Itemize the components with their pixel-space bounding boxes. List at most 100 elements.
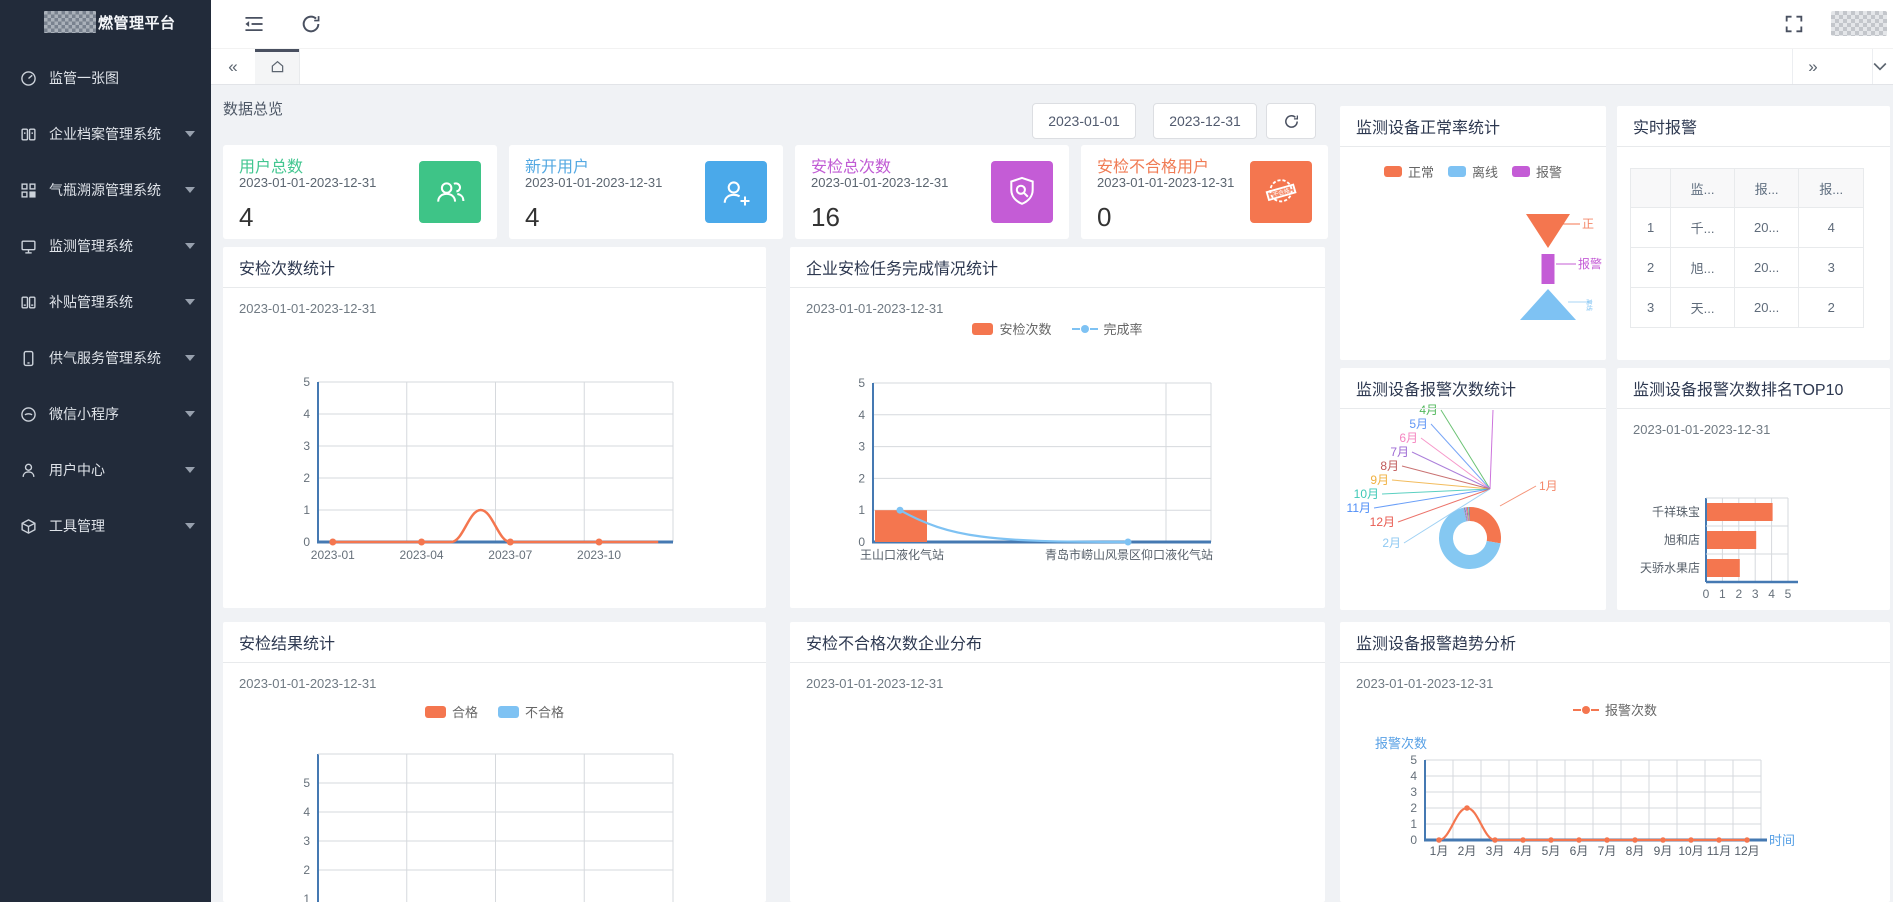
legend: 正常 离线 报警: [1340, 162, 1606, 181]
table-header: 监...: [1671, 169, 1735, 208]
tab-menu-chevron-icon[interactable]: [1872, 49, 1893, 84]
legend-item-inspections[interactable]: 安检次数: [972, 319, 1051, 338]
table-row: 3天...20...2: [1631, 288, 1864, 328]
legend-item-normal[interactable]: 正常: [1384, 162, 1434, 181]
legend: 安检次数 完成率: [790, 319, 1325, 338]
sidebar-item-user-center[interactable]: 用户中心: [0, 442, 211, 498]
svg-text:1月: 1月: [1539, 479, 1558, 493]
panel-device-normal-rate: 正 报警 离线 监测设备正常率统计 正常 离线 报警: [1340, 106, 1606, 360]
sidebar: 燃管理平台 监管一张图 企业档案管理系统 气瓶溯源管理系统 监测管理系统: [0, 0, 211, 902]
legend-item-qualified[interactable]: 合格: [425, 702, 478, 721]
subsidy-icon: [20, 294, 37, 311]
svg-text:2月: 2月: [1382, 536, 1401, 550]
svg-text:3月: 3月: [1486, 844, 1505, 858]
svg-text:1: 1: [303, 503, 310, 517]
sidebar-item-wechat-miniprogram[interactable]: 微信小程序: [0, 386, 211, 442]
svg-text:2023-04: 2023-04: [400, 548, 444, 562]
legend-item-alarm-count[interactable]: 报警次数: [1573, 700, 1657, 719]
panel-date-range: 2023-01-01-2023-12-31: [806, 676, 943, 691]
refresh-icon[interactable]: [300, 13, 322, 35]
panel-alarm-trend: 0123451月2月3月4月5月6月7月8月9月10月11月12月报警次数时间 …: [1340, 622, 1890, 902]
sidebar-item-label: 微信小程序: [49, 404, 185, 424]
sidebar-item-cylinder-trace[interactable]: 气瓶溯源管理系统: [0, 162, 211, 218]
legend-item-completion-rate[interactable]: 完成率: [1072, 319, 1143, 338]
tab-home[interactable]: [255, 49, 300, 84]
svg-text:4: 4: [303, 407, 310, 421]
alarm-trend-chart: 0123451月2月3月4月5月6月7月8月9月10月11月12月报警次数时间: [1340, 622, 1890, 902]
svg-text:5月: 5月: [1542, 844, 1561, 858]
collapse-tabs-right-icon[interactable]: »: [1792, 49, 1833, 84]
legend-item-unqualified[interactable]: 不合格: [498, 702, 564, 721]
svg-text:4: 4: [858, 408, 865, 422]
svg-text:5: 5: [303, 776, 310, 790]
svg-text:2023-07: 2023-07: [488, 548, 532, 562]
card-title: 新开用户: [525, 153, 589, 177]
svg-text:5: 5: [858, 376, 865, 390]
legend: 报警次数: [1340, 700, 1890, 719]
svg-text:8月: 8月: [1380, 459, 1399, 473]
app-title-text: 燃管理平台: [98, 12, 176, 33]
tool-icon: [20, 518, 37, 535]
panel-date-range: 2023-01-01-2023-12-31: [1633, 422, 1770, 437]
svg-text:2: 2: [303, 863, 310, 877]
card-value: 4: [239, 202, 253, 233]
svg-text:王山口液化气站: 王山口液化气站: [860, 547, 944, 562]
svg-text:10月: 10月: [1678, 844, 1703, 858]
svg-text:0: 0: [1410, 833, 1417, 847]
card-range: 2023-01-01-2023-12-31: [811, 175, 948, 190]
chevron-down-icon: [185, 243, 195, 249]
collapse-menu-icon[interactable]: [243, 13, 265, 35]
svg-text:1: 1: [1719, 587, 1726, 601]
query-refresh-button[interactable]: [1266, 103, 1316, 139]
panel-date-range: 2023-01-01-2023-12-31: [806, 301, 943, 316]
wechat-icon: [20, 406, 37, 423]
svg-text:12月: 12月: [1370, 515, 1395, 529]
card-value: 4: [525, 202, 539, 233]
dashboard-page: 燃管理平台 监管一张图 企业档案管理系统 气瓶溯源管理系统 监测管理系统: [0, 0, 1893, 902]
sidebar-item-label: 监管一张图: [49, 68, 195, 88]
card-value: 16: [811, 202, 840, 233]
sidebar-item-gas-service[interactable]: 供气服务管理系统: [0, 330, 211, 386]
svg-text:3: 3: [303, 834, 310, 848]
legend-item-offline[interactable]: 离线: [1448, 162, 1498, 181]
chevron-down-icon: [185, 467, 195, 473]
svg-text:3: 3: [1752, 587, 1759, 601]
table-header: [1631, 169, 1671, 208]
monitor-icon: [20, 238, 37, 255]
user-icon: [20, 462, 37, 479]
svg-text:2: 2: [1735, 587, 1742, 601]
archive-icon: [20, 126, 37, 143]
app-title: 燃管理平台: [0, 0, 211, 44]
svg-text:5月: 5月: [1409, 417, 1428, 431]
date-start-input[interactable]: 2023-01-01: [1032, 103, 1136, 139]
date-end-input[interactable]: 2023-12-31: [1153, 103, 1257, 139]
stat-card-total-users: 用户总数 2023-01-01-2023-12-31 4: [223, 145, 497, 239]
panel-inspection-count: 0123452023-012023-042023-072023-10 安检次数统…: [223, 247, 766, 608]
svg-text:2: 2: [858, 471, 865, 485]
refresh-icon: [1283, 113, 1300, 130]
collapse-tabs-left-icon[interactable]: «: [211, 49, 256, 84]
table-header: 报...: [1799, 169, 1864, 208]
sidebar-item-enterprise-archive[interactable]: 企业档案管理系统: [0, 106, 211, 162]
sidebar-item-tools[interactable]: 工具管理: [0, 498, 211, 554]
censored-username[interactable]: [1831, 11, 1887, 36]
dashboard-icon: [20, 70, 37, 87]
legend-item-alarm[interactable]: 报警: [1512, 162, 1562, 181]
page-title: 数据总览: [223, 98, 283, 119]
panel-date-range: 2023-01-01-2023-12-31: [1356, 676, 1493, 691]
panel-title: 监测设备报警次数排名TOP10: [1617, 368, 1890, 409]
svg-text:旭和店: 旭和店: [1664, 533, 1700, 547]
shield-check-icon: [991, 161, 1053, 223]
topbar: [211, 0, 1893, 48]
fullscreen-icon[interactable]: [1783, 13, 1805, 35]
sidebar-item-subsidy[interactable]: 补贴管理系统: [0, 274, 211, 330]
svg-text:天骄水果店: 天骄水果店: [1640, 561, 1700, 575]
panel-date-range: 2023-01-01-2023-12-31: [239, 676, 376, 691]
panel-title: 实时报警: [1617, 106, 1890, 147]
svg-text:4: 4: [1410, 769, 1417, 783]
table-row: 1千...20...4: [1631, 208, 1864, 248]
sidebar-item-supervision-map[interactable]: 监管一张图: [0, 50, 211, 106]
sidebar-item-monitoring[interactable]: 监测管理系统: [0, 218, 211, 274]
svg-text:离线: 离线: [1585, 299, 1593, 311]
svg-text:1月: 1月: [1430, 844, 1449, 858]
